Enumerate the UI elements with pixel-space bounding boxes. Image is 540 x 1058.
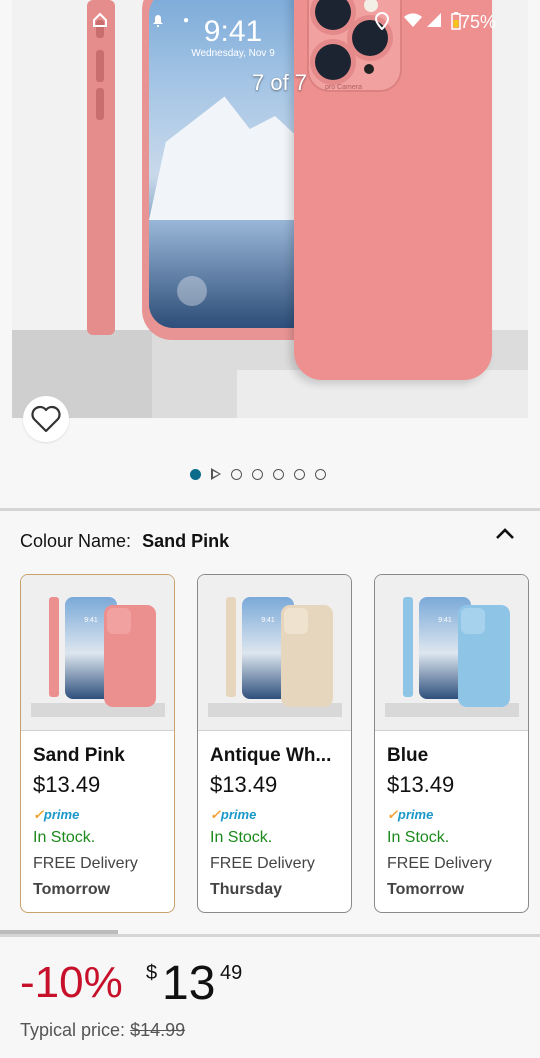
variant-name: Blue (387, 745, 429, 766)
stock-status: In Stock. (33, 829, 96, 846)
stock-status: In Stock. (210, 829, 273, 846)
carousel-dot[interactable] (231, 468, 242, 480)
prime-badge: ✓prime (387, 807, 434, 822)
variant-price: $13.49 (33, 772, 101, 797)
stock-status: In Stock. (387, 829, 450, 846)
heart-icon (31, 405, 61, 433)
prime-badge: ✓prime (33, 807, 80, 822)
delivery-day: Tomorrow (387, 881, 465, 898)
typical-price-value: $14.99 (130, 1020, 186, 1040)
price-currency: $ (146, 962, 158, 984)
side-button (96, 50, 104, 82)
notification-bell-icon (150, 12, 166, 33)
signal-icon (426, 12, 442, 33)
wishlist-button[interactable] (23, 396, 69, 442)
carousel-dot[interactable] (190, 468, 201, 480)
camera-lens (315, 44, 351, 80)
colour-name-row: Colour Name: Sand Pink (20, 531, 229, 552)
location-icon (374, 11, 390, 35)
phone-screen-date: Wednesday, Nov 9 (191, 48, 275, 59)
variant-image: 9:41 (375, 575, 528, 731)
colour-name-label: Colour Name: (20, 531, 132, 551)
flashlight-icon (177, 276, 207, 306)
side-button (96, 88, 104, 120)
scroll-indicator (0, 930, 118, 934)
chevron-up-icon[interactable] (494, 526, 516, 542)
variant-card-blue[interactable]: 9:41 Blue $13.49 ✓prime In Stock. FREE D… (374, 574, 529, 913)
price-whole: 13 (162, 957, 216, 1010)
delivery-text: FREE Delivery (33, 855, 138, 872)
carousel-dot[interactable] (294, 468, 305, 480)
delivery-day: Thursday (210, 881, 283, 898)
phone-screen: 9:41 Wednesday, Nov 9 (149, 0, 317, 328)
product-image-gallery[interactable]: 9:41 Wednesday, Nov 9 pro Camera 7 of 7 (12, 0, 528, 418)
status-bar: ● 75% (0, 0, 540, 44)
variant-image: 9:41 (21, 575, 174, 731)
battery-percent: 75% (459, 12, 496, 32)
delivery-text: FREE Delivery (210, 855, 315, 872)
variant-image: 9:41 (198, 575, 351, 731)
variant-card-sand-pink[interactable]: 9:41 Sand Pink $13.49 ✓prime In Stock. F… (20, 574, 175, 913)
camera-module-text: pro Camera (325, 84, 362, 91)
wifi-icon (403, 12, 423, 33)
video-play-icon[interactable] (211, 468, 221, 480)
section-divider (0, 508, 540, 511)
variant-card-antique-white[interactable]: 9:41 Antique Wh... $13.49 ✓prime In Stoc… (197, 574, 352, 913)
carousel-dot[interactable] (252, 468, 263, 480)
variant-name: Sand Pink (33, 745, 125, 766)
variant-name: Antique Wh... (210, 745, 332, 766)
camera-mic (364, 64, 374, 74)
variant-price: $13.49 (387, 772, 455, 797)
iceberg-wallpaper (149, 96, 317, 220)
section-divider (0, 934, 540, 937)
price-fraction: 49 (220, 962, 243, 984)
prime-badge: ✓prime (210, 807, 257, 822)
delivery-day: Tomorrow (33, 881, 111, 898)
water-reflection (149, 220, 317, 320)
variant-price: $13.49 (210, 772, 278, 797)
carousel-indicator[interactable] (190, 468, 326, 480)
dot-icon: ● (183, 15, 190, 26)
home-alert-icon (92, 12, 108, 33)
typical-price-label: Typical price: (20, 1020, 126, 1040)
delivery-text: FREE Delivery (387, 855, 492, 872)
typical-price: Typical price: $14.99 (20, 1020, 185, 1041)
discount-percent: -10% (20, 958, 123, 1007)
carousel-dot[interactable] (273, 468, 284, 480)
carousel-dot[interactable] (315, 468, 326, 480)
colour-name-value: Sand Pink (142, 531, 230, 551)
image-counter: 7 of 7 (252, 70, 308, 95)
